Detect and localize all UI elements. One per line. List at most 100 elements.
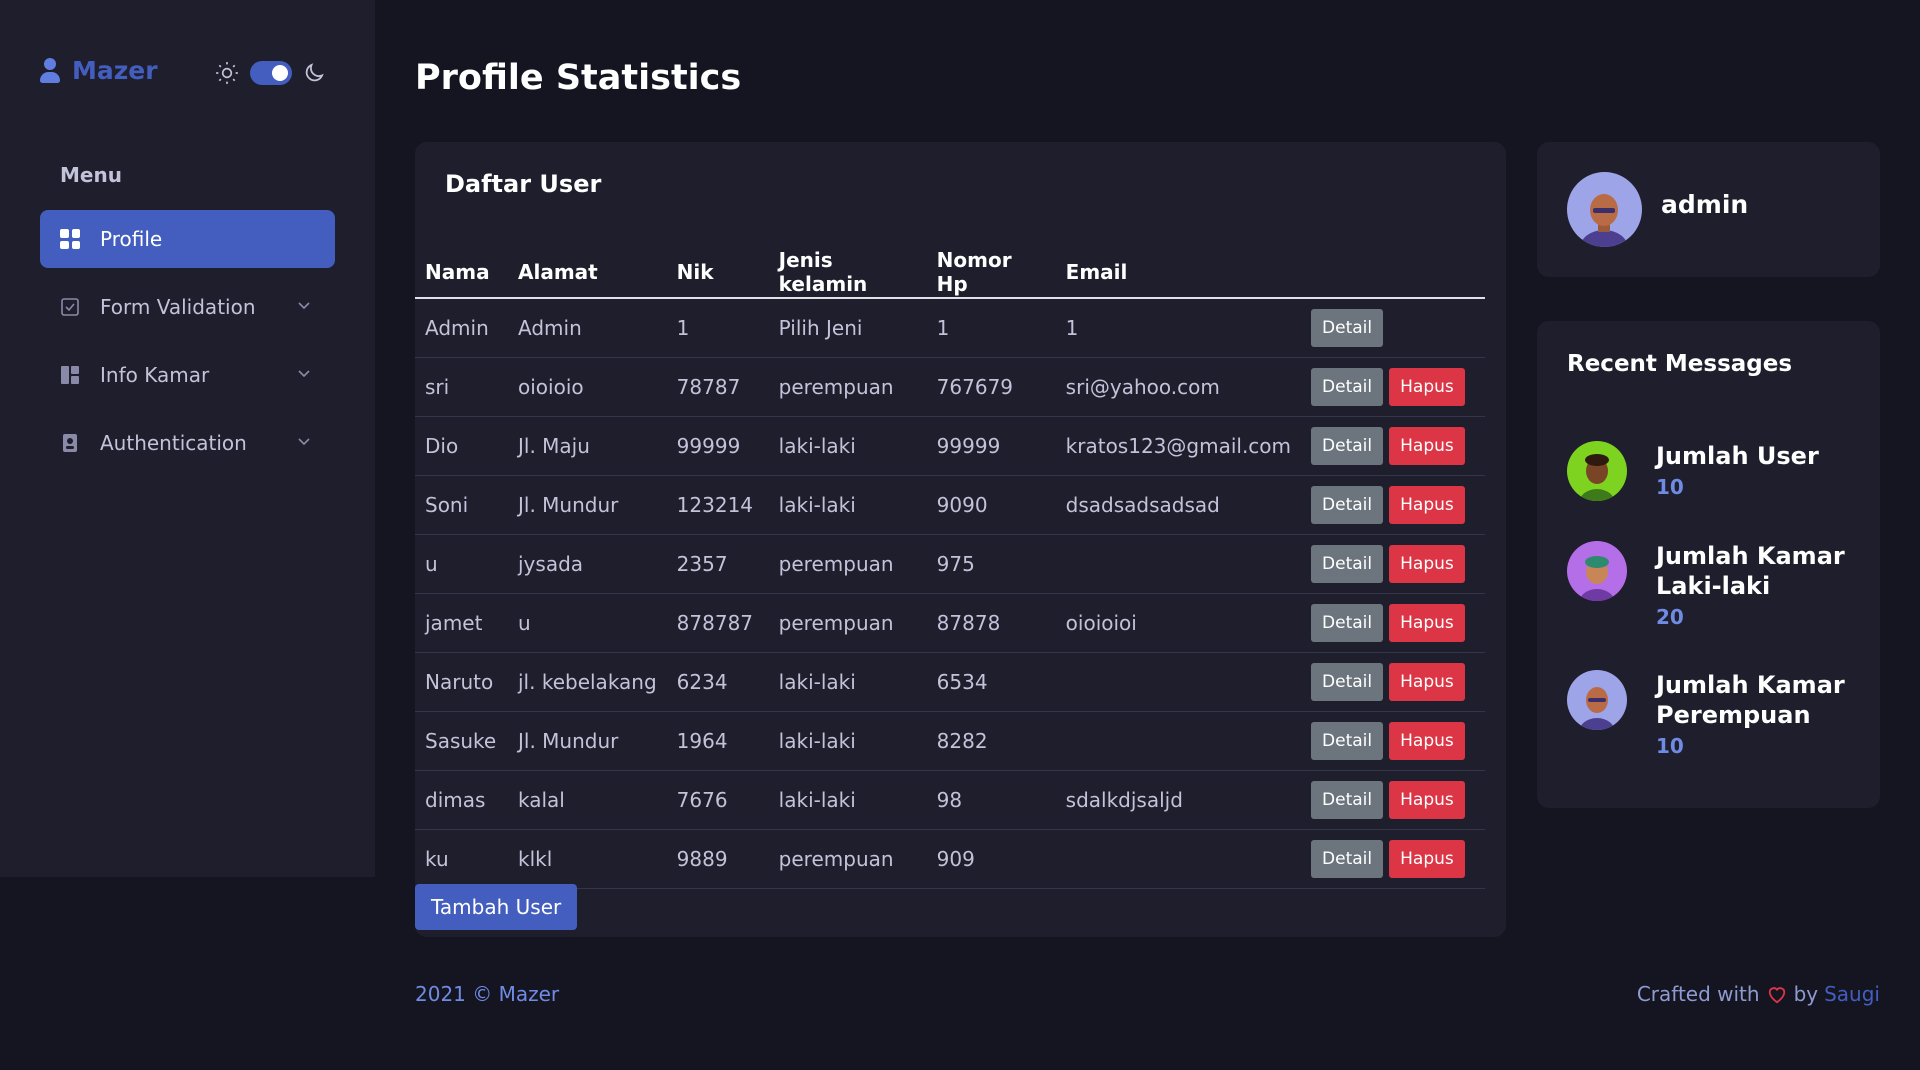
table-cell-actions: Detail Hapus (1301, 593, 1485, 653)
table-cell-jk: perempuan (768, 357, 927, 417)
hapus-button[interactable]: Hapus (1389, 839, 1465, 878)
message-item[interactable]: Jumlah Kamar Perempuan 10 (1567, 670, 1857, 770)
hapus-button[interactable]: Hapus (1389, 426, 1465, 465)
table-cell-alamat: Jl. Maju (508, 416, 667, 476)
detail-button[interactable]: Detail (1311, 721, 1384, 760)
table-cell-actions: Detail Hapus (1301, 652, 1485, 712)
detail-button[interactable]: Detail (1311, 426, 1384, 465)
table-row: Admin Admin 1 Pilih Jeni 1 1 Detail (415, 298, 1485, 358)
table-cell-email (1055, 534, 1302, 594)
table-cell-nik: 78787 (666, 357, 769, 417)
table-cell-nik: 2357 (666, 534, 769, 594)
table-cell-nama: dimas (415, 770, 508, 830)
table-cell-jk: laki-laki (768, 711, 927, 771)
table-cell-email: sdalkdjsaljd (1055, 770, 1302, 830)
hapus-button[interactable]: Hapus (1389, 662, 1465, 701)
hapus-button[interactable]: Hapus (1389, 780, 1465, 819)
column-header-actions (1301, 246, 1485, 299)
table-cell-hp: 87878 (926, 593, 1056, 653)
hapus-button[interactable]: Hapus (1389, 485, 1465, 524)
table-cell-nama: Sasuke (415, 711, 508, 771)
messages-title: Recent Messages (1567, 351, 1793, 377)
avatar-image (1567, 541, 1627, 601)
table-header-row: Nama Alamat Nik Jenis kelamin Nomor Hp E… (415, 246, 1485, 299)
table-cell-jk: laki-laki (768, 652, 927, 712)
table-cell-alamat: oioioio (508, 357, 667, 417)
table-cell-alamat: Admin (508, 298, 667, 358)
sidebar-item-label: Authentication (100, 431, 247, 455)
table-cell-email (1055, 829, 1302, 889)
table-cell-email: kratos123@gmail.com (1055, 416, 1302, 476)
table-cell-jk: perempuan (768, 534, 927, 594)
footer-author-link[interactable]: Saugi (1824, 982, 1880, 1006)
table-cell-email: dsadsadsadsad (1055, 475, 1302, 535)
table-row: dimas kalal 7676 laki-laki 98 sdalkdjsaljd Det… (415, 770, 1485, 830)
table-cell-hp: 9090 (926, 475, 1056, 535)
footer-by-text: by (1793, 982, 1819, 1006)
column-header: Alamat (508, 246, 667, 299)
table-row: Dio Jl. Maju 99999 laki-laki 99999 kratos123@… (415, 416, 1485, 476)
table-cell-hp: 99999 (926, 416, 1056, 476)
table-cell-actions: Detail Hapus (1301, 475, 1485, 535)
detail-button[interactable]: Detail (1311, 485, 1384, 524)
users-table: Nama Alamat Nik Jenis kelamin Nomor Hp E… (415, 246, 1485, 889)
table-row: ku klkl 9889 perempuan 909 Detail Hapus (415, 829, 1485, 889)
detail-button[interactable]: Detail (1311, 780, 1384, 819)
table-cell-nama: jamet (415, 593, 508, 653)
message-item[interactable]: Jumlah Kamar Laki-laki 20 (1567, 541, 1857, 641)
hapus-button[interactable]: Hapus (1389, 603, 1465, 642)
table-cell-actions: Detail (1301, 298, 1485, 358)
dark-mode-switch[interactable] (250, 61, 292, 85)
table-cell-jk: laki-laki (768, 416, 927, 476)
profile-name: admin (1661, 190, 1749, 219)
grid-icon (60, 229, 80, 249)
table-cell-actions: Detail Hapus (1301, 534, 1485, 594)
table-cell-nama: u (415, 534, 508, 594)
sidebar-item-label: Form Validation (100, 295, 256, 319)
table-cell-nik: 1964 (666, 711, 769, 771)
sidebar-item-info-kamar[interactable]: Info Kamar (40, 346, 335, 404)
table-cell-email (1055, 711, 1302, 771)
avatar-image (1567, 441, 1627, 501)
recent-messages-card: Recent Messages Jumlah User 10 Jumlah Ka… (1537, 321, 1880, 808)
table-row: Soni Jl. Mundur 123214 laki-laki 9090 dsadsad… (415, 475, 1485, 535)
users-card: Daftar User Nama Alamat Nik Jenis kelami… (415, 142, 1506, 937)
chevron-down-icon (298, 438, 310, 446)
detail-button[interactable]: Detail (1311, 662, 1384, 701)
brand-logo[interactable]: Mazer (38, 56, 158, 85)
sidebar-item-profile[interactable]: Profile (40, 210, 335, 268)
chevron-down-icon (298, 302, 310, 310)
detail-button[interactable]: Detail (1311, 603, 1384, 642)
detail-button[interactable]: Detail (1311, 839, 1384, 878)
message-count: 10 (1656, 475, 1684, 499)
table-cell-alamat: u (508, 593, 667, 653)
hapus-button[interactable]: Hapus (1389, 721, 1465, 760)
table-cell-jk: laki-laki (768, 475, 927, 535)
table-cell-actions: Detail Hapus (1301, 416, 1485, 476)
add-user-button[interactable]: Tambah User (415, 884, 578, 930)
detail-button[interactable]: Detail (1311, 367, 1384, 406)
table-cell-jk: Pilih Jeni (768, 298, 927, 358)
message-label: Jumlah Kamar Laki-laki (1656, 542, 1845, 600)
message-item[interactable]: Jumlah User 10 (1567, 441, 1857, 511)
sidebar-item-form-validation[interactable]: Form Validation (40, 278, 335, 336)
column-header: Email (1055, 246, 1302, 299)
detail-button[interactable]: Detail (1311, 544, 1384, 583)
sidebar-item-authentication[interactable]: Authentication (40, 414, 335, 472)
table-cell-email: oioioioi (1055, 593, 1302, 653)
hapus-button[interactable]: Hapus (1389, 367, 1465, 406)
hapus-button[interactable]: Hapus (1389, 544, 1465, 583)
table-cell-alamat: jl. kebelakang (508, 652, 667, 712)
layout-icon (61, 366, 79, 384)
detail-button[interactable]: Detail (1311, 308, 1384, 347)
chevron-down-icon (298, 370, 310, 378)
table-cell-nik: 1 (666, 298, 769, 358)
table-cell-email: sri@yahoo.com (1055, 357, 1302, 417)
table-cell-hp: 6534 (926, 652, 1056, 712)
column-header: Jenis kelamin (768, 246, 927, 299)
sidebar: Mazer Menu Profile Form Validation Info … (0, 0, 375, 877)
table-cell-nama: ku (415, 829, 508, 889)
column-header: Nama (415, 246, 508, 299)
table-cell-nik: 878787 (666, 593, 769, 653)
admin-avatar[interactable] (1567, 172, 1642, 247)
